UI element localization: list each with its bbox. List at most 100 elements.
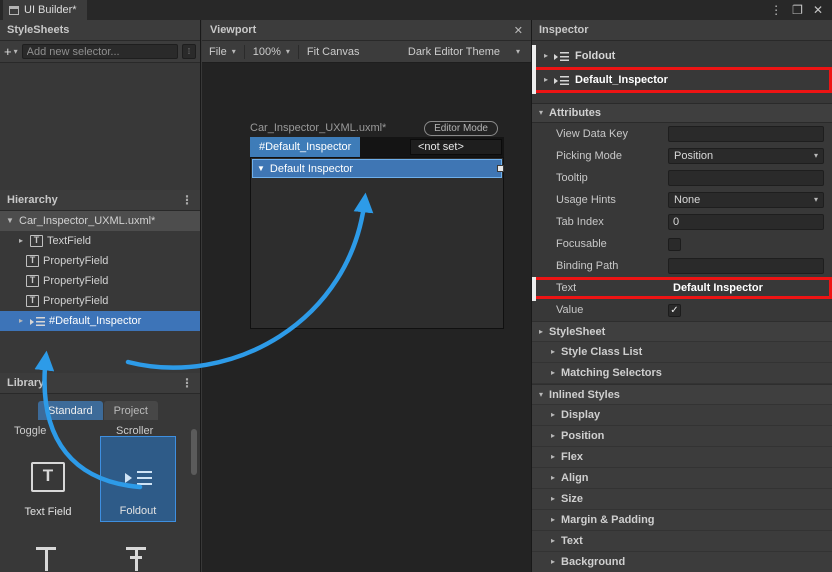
section-text[interactable]: ▸ Text xyxy=(532,531,832,552)
toolbar-divider xyxy=(298,45,299,59)
library-menu-icon[interactable]: ⋮ xyxy=(181,376,193,390)
inspector-panel: Inspector ▸ Foldout ▸ Default_Inspector … xyxy=(531,20,832,572)
section-label: Margin & Padding xyxy=(561,514,655,526)
section-align[interactable]: ▸ Align xyxy=(532,468,832,489)
section-label: Flex xyxy=(561,451,583,463)
tab-index-input[interactable] xyxy=(668,214,824,230)
section-label: Text xyxy=(561,535,583,547)
close-icon[interactable]: ✕ xyxy=(813,4,823,16)
attr-row-usage-hints: Usage Hints None ▾ xyxy=(532,189,832,211)
stylesheets-toolbar: + ▾ ⁞ xyxy=(0,41,200,63)
canvas-element-tab[interactable]: #Default_Inspector xyxy=(250,137,360,157)
canvas-size-dropdown[interactable]: <not set> xyxy=(410,139,502,155)
tree-item-label: #Default_Inspector xyxy=(49,315,141,327)
chevron-right-icon: ▸ xyxy=(551,495,555,503)
section-label: Size xyxy=(561,493,583,505)
editor-mode-badge[interactable]: Editor Mode xyxy=(424,121,498,136)
chevron-down-icon: ▾ xyxy=(539,109,543,117)
attr-row-view-data-key: View Data Key xyxy=(532,123,832,145)
library-item-label-toggle[interactable]: Toggle xyxy=(14,425,46,437)
chevron-right-icon: ▸ xyxy=(551,474,555,482)
selection-handle[interactable] xyxy=(497,165,504,172)
section-background[interactable]: ▸ Background xyxy=(532,552,832,572)
section-display[interactable]: ▸ Display xyxy=(532,405,832,426)
canvas-body[interactable]: ▼ Default Inspector xyxy=(250,157,504,329)
chevron-right-icon[interactable]: ▸ xyxy=(16,317,26,325)
library-item-foldout[interactable]: Foldout xyxy=(100,436,176,522)
chevron-right-icon[interactable]: ▸ xyxy=(16,237,26,245)
section-margin-padding[interactable]: ▸ Margin & Padding xyxy=(532,510,832,531)
menu-icon[interactable]: ⋮ xyxy=(770,4,782,16)
canvas-foldout-element[interactable]: ▼ Default Inspector xyxy=(252,159,502,178)
picking-mode-dropdown[interactable]: Position ▾ xyxy=(668,148,824,164)
usage-hints-dropdown[interactable]: None ▾ xyxy=(668,192,824,208)
chevron-right-icon[interactable]: ▸ xyxy=(544,52,548,60)
file-menu-label: File xyxy=(209,46,227,58)
tree-item-default-inspector[interactable]: ▸ #Default_Inspector xyxy=(0,311,200,331)
viewport-close-icon[interactable]: ✕ xyxy=(514,24,523,37)
chevron-down-icon[interactable]: ▼ xyxy=(5,217,15,225)
selector-options-button[interactable]: ⁞ xyxy=(182,44,196,59)
library-scrollbar[interactable] xyxy=(191,429,197,475)
view-data-key-input[interactable] xyxy=(668,126,824,142)
tree-item-textfield[interactable]: ▸ TextField xyxy=(0,231,200,251)
library-item-partial-icon[interactable] xyxy=(124,542,148,572)
section-inlined-styles[interactable]: ▾ Inlined Styles xyxy=(532,384,832,405)
tab-project[interactable]: Project xyxy=(104,401,158,420)
library-item-label: Foldout xyxy=(120,505,157,517)
file-menu[interactable]: File ▾ xyxy=(209,46,236,58)
foldout-icon xyxy=(554,75,569,86)
titlebar: UI Builder* ⋮ ❐ ✕ xyxy=(0,0,832,20)
viewport-title: Viewport xyxy=(210,24,256,36)
check-icon: ✓ xyxy=(670,305,678,316)
viewport-canvas[interactable]: Car_Inspector_UXML.uxml* Editor Mode #De… xyxy=(202,63,531,572)
section-stylesheet[interactable]: ▸ StyleSheet xyxy=(532,321,832,342)
chevron-down-icon: ▾ xyxy=(539,391,543,399)
attributes-section-header[interactable]: ▾ Attributes xyxy=(532,103,832,123)
value-checkbox-checked[interactable]: ✓ xyxy=(668,304,681,317)
section-style-class-list[interactable]: ▸ Style Class List xyxy=(532,342,832,363)
tree-item-propertyfield[interactable]: PropertyField xyxy=(0,271,200,291)
tree-item-root[interactable]: ▼ Car_Inspector_UXML.uxml* xyxy=(0,211,200,231)
inspector-name-row[interactable]: ▸ Default_Inspector xyxy=(532,67,832,93)
window-title: UI Builder* xyxy=(24,4,77,16)
viewport-toolbar: File ▾ 100% ▾ Fit Canvas Dark Editor The… xyxy=(202,41,531,63)
canvas-title-row: Car_Inspector_UXML.uxml* Editor Mode xyxy=(250,119,504,137)
section-label: Inlined Styles xyxy=(549,389,620,401)
binding-path-input[interactable] xyxy=(668,258,824,274)
canvas-tab-row: #Default_Inspector <not set> xyxy=(250,137,504,157)
chevron-down-icon: ▾ xyxy=(286,48,290,56)
zoom-dropdown[interactable]: 100% ▾ xyxy=(253,46,290,58)
theme-label: Dark Editor Theme xyxy=(408,46,500,58)
section-matching-selectors[interactable]: ▸ Matching Selectors xyxy=(532,363,832,384)
tree-item-label: TextField xyxy=(47,235,91,247)
text-input[interactable] xyxy=(668,280,824,296)
window-tab[interactable]: UI Builder* xyxy=(3,0,87,20)
add-selector-input[interactable] xyxy=(22,44,178,59)
hierarchy-menu-icon[interactable]: ⋮ xyxy=(181,193,193,207)
theme-dropdown[interactable]: Dark Editor Theme ▾ xyxy=(408,46,524,58)
section-position[interactable]: ▸ Position xyxy=(532,426,832,447)
focusable-checkbox[interactable] xyxy=(668,238,681,251)
chevron-right-icon: ▸ xyxy=(551,537,555,545)
tooltip-input[interactable] xyxy=(668,170,824,186)
chevron-down-icon: ▾ xyxy=(814,152,818,160)
chevron-right-icon[interactable]: ▸ xyxy=(544,76,548,84)
library-item-partial-icon[interactable] xyxy=(34,542,58,572)
tree-item-propertyfield[interactable]: PropertyField xyxy=(0,291,200,311)
chevron-down-icon[interactable]: ▼ xyxy=(257,165,265,173)
section-size[interactable]: ▸ Size xyxy=(532,489,832,510)
section-label: Style Class List xyxy=(561,346,642,358)
canvas-document-title: Car_Inspector_UXML.uxml* xyxy=(250,122,386,134)
attr-label: Usage Hints xyxy=(556,194,668,206)
tree-item-propertyfield[interactable]: PropertyField xyxy=(0,251,200,271)
attr-row-picking-mode: Picking Mode Position ▾ xyxy=(532,145,832,167)
tab-standard[interactable]: Standard xyxy=(38,401,103,420)
add-selector-button[interactable]: + ▾ xyxy=(4,44,18,59)
section-flex[interactable]: ▸ Flex xyxy=(532,447,832,468)
usage-hints-value: None xyxy=(674,194,700,206)
attr-label: Picking Mode xyxy=(556,150,668,162)
fit-canvas-button[interactable]: Fit Canvas xyxy=(307,46,360,58)
library-item-text-field[interactable]: Text Field xyxy=(6,440,90,522)
maximize-icon[interactable]: ❐ xyxy=(792,4,803,16)
